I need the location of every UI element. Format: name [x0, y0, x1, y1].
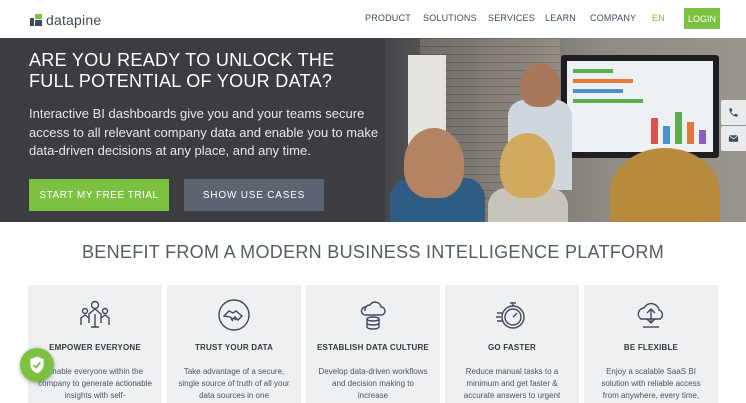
handshake-icon: [218, 299, 250, 331]
benefit-title: GO FASTER: [487, 343, 537, 352]
benefit-text: Enjoy a scalable SaaS BI solution with r…: [601, 367, 701, 400]
benefit-text: Take advantage of a secure, single sourc…: [178, 367, 290, 400]
email-button[interactable]: [721, 126, 746, 151]
nav-item-company[interactable]: COMPANY: [590, 13, 636, 23]
benefit-card[interactable]: TRUST YOUR DATA Take advantage of a secu…: [167, 285, 301, 403]
presenter: [520, 63, 560, 107]
nav-item-solutions[interactable]: SOLUTIONS: [423, 13, 477, 23]
start-free-trial-button[interactable]: START MY FREE TRIAL: [29, 179, 169, 211]
login-button[interactable]: LOGIN: [684, 8, 720, 29]
site-header: datapine PRODUCT SOLUTIONS SERVICES LEAR…: [0, 0, 746, 38]
benefits-title: BENEFIT FROM A MODERN BUSINESS INTELLIGE…: [81, 242, 665, 262]
benefit-card[interactable]: BE FLEXIBLE Enjoy a scalable SaaS BI sol…: [584, 285, 718, 403]
benefit-text: Reduce manual tasks to a minimum and get…: [463, 367, 561, 400]
benefit-title: TRUST YOUR DATA: [194, 343, 274, 352]
people-icon: [80, 300, 110, 328]
benefit-text: Develop data-driven workflows and decisi…: [318, 367, 428, 400]
benefit-card[interactable]: EMPOWER EVERYONE Enable everyone within …: [28, 285, 162, 403]
mail-icon: [728, 134, 739, 142]
show-use-cases-button[interactable]: SHOW USE CASES: [184, 179, 324, 211]
stopwatch-icon: [496, 302, 525, 329]
hero-subtitle: Interactive BI dashboards give you and y…: [29, 106, 379, 158]
trust-badge[interactable]: [20, 348, 54, 382]
benefit-text: Enable everyone within the company to ge…: [38, 367, 152, 400]
phone-icon: [729, 108, 738, 117]
audience-person: [500, 133, 555, 198]
benefit-title: BE FLEXIBLE: [623, 343, 679, 352]
cloud-network-icon: [637, 302, 664, 328]
audience-person: [404, 128, 464, 198]
benefit-card[interactable]: ESTABLISH DATA CULTURE Develop data-driv…: [306, 285, 440, 403]
phone-button[interactable]: [721, 100, 746, 125]
nav-item-product[interactable]: PRODUCT: [365, 13, 411, 23]
nav-item-learn[interactable]: LEARN: [545, 13, 576, 23]
hero-title: ARE YOU READY TO UNLOCK THE FULL POTENTI…: [29, 50, 335, 91]
benefit-title: EMPOWER EVERYONE: [49, 343, 141, 352]
nav-item-services[interactable]: SERVICES: [488, 13, 535, 23]
language-switch[interactable]: EN: [652, 13, 665, 23]
dashboard-screen: [561, 55, 719, 158]
main-nav: PRODUCT SOLUTIONS SERVICES LEARN COMPANY…: [0, 13, 746, 27]
benefit-card[interactable]: GO FASTER Reduce manual tasks to a minim…: [445, 285, 579, 403]
hero-section: ARE YOU READY TO UNLOCK THE FULL POTENTI…: [0, 38, 746, 222]
benefit-title: ESTABLISH DATA CULTURE: [317, 343, 429, 352]
cloud-database-icon: [360, 301, 386, 330]
shield-check-icon: [30, 356, 44, 374]
page: datapine PRODUCT SOLUTIONS SERVICES LEAR…: [0, 0, 746, 403]
